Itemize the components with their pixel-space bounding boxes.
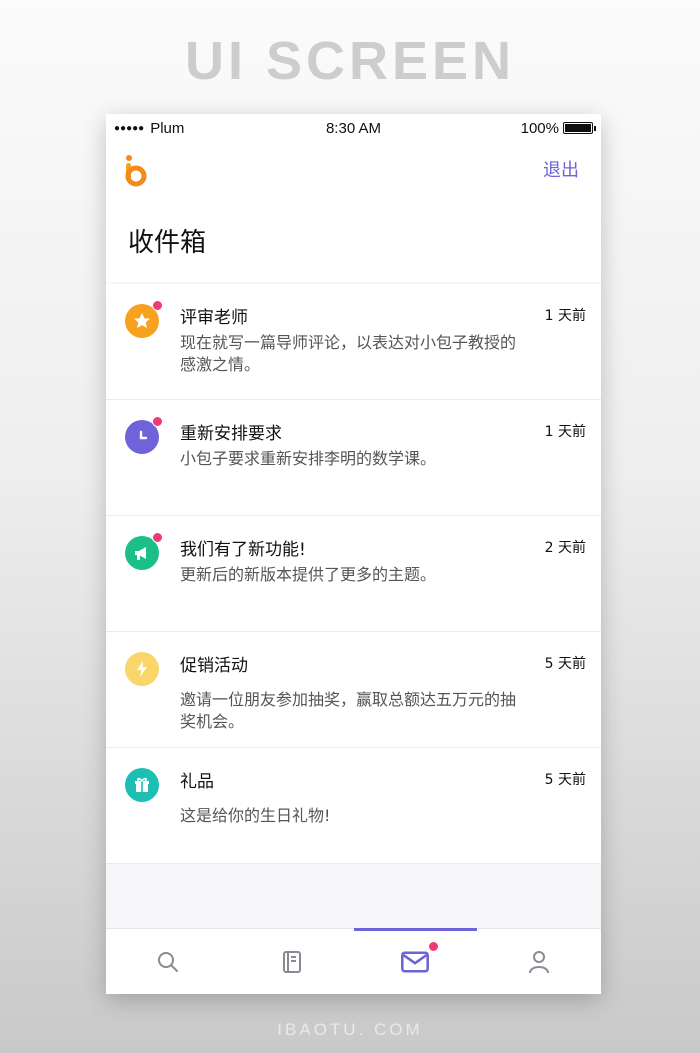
message-item[interactable]: 礼品 5 天前 这是给你的生日礼物! — [106, 748, 601, 864]
message-body: 现在就写一篇导师评论，以表达对小包子教授的感激之情。 — [180, 333, 517, 374]
book-icon — [282, 950, 301, 973]
status-bar: ●●●●● Plum 8:30 AM 100% — [106, 114, 601, 142]
phone-frame: ●●●●● Plum 8:30 AM 100% 退出 收件箱 评审老师 1 天前 — [106, 114, 601, 994]
logout-button[interactable]: 退出 — [543, 156, 579, 182]
message-body: 小包子要求重新安排李明的数学课。 — [180, 449, 437, 468]
tab-inbox[interactable] — [353, 928, 478, 994]
search-icon — [157, 951, 178, 972]
message-title: 评审老师 — [180, 308, 248, 328]
message-time: 2 天前 — [544, 540, 586, 556]
message-time: 5 天前 — [544, 656, 586, 672]
page-title: 收件箱 — [128, 228, 207, 258]
tab-profile[interactable] — [477, 929, 601, 994]
screen-caption: UI SCREEN — [184, 31, 516, 91]
message-title: 重新安排要求 — [180, 424, 282, 444]
carrier-label: Plum — [150, 119, 185, 137]
message-time: 1 天前 — [544, 424, 586, 440]
message-title: 礼品 — [180, 772, 214, 792]
app-header: 退出 收件箱 — [106, 142, 601, 282]
battery-fill — [564, 124, 591, 132]
unread-badge — [152, 532, 163, 543]
message-time: 5 天前 — [544, 772, 586, 788]
message-item[interactable]: 我们有了新功能! 2 天前 更新后的新版本提供了更多的主题。 — [106, 516, 601, 632]
unread-badge — [152, 300, 163, 311]
message-title: 促销活动 — [180, 656, 248, 676]
message-body: 更新后的新版本提供了更多的主题。 — [180, 565, 437, 584]
tab-notes[interactable] — [230, 929, 354, 994]
message-item[interactable]: 重新安排要求 1 天前 小包子要求重新安排李明的数学课。 — [106, 400, 601, 516]
tab-search[interactable] — [106, 929, 230, 994]
user-icon — [529, 950, 550, 973]
message-item[interactable]: 评审老师 1 天前 现在就写一篇导师评论，以表达对小包子教授的感激之情。 — [106, 284, 601, 400]
signal-icon: ●●●●● — [114, 122, 145, 134]
unread-badge — [152, 416, 163, 427]
mail-icon — [401, 951, 430, 972]
message-list: 评审老师 1 天前 现在就写一篇导师评论，以表达对小包子教授的感激之情。 重新安… — [106, 284, 601, 864]
megaphone-icon — [125, 532, 163, 570]
message-time: 1 天前 — [544, 308, 586, 324]
message-item[interactable]: 促销活动 5 天前 邀请一位朋友参加抽奖，赢取总额达五万元的抽奖机会。 — [106, 632, 601, 748]
star-icon — [125, 300, 163, 338]
clock-icon — [125, 416, 163, 454]
gift-icon — [125, 768, 159, 802]
app-logo-icon — [125, 155, 147, 187]
lightning-icon — [125, 652, 159, 686]
battery-percent: 100% — [520, 119, 559, 137]
message-title: 我们有了新功能! — [180, 540, 306, 560]
clock-label: 8:30 AM — [325, 119, 382, 137]
bottom-tab-bar — [106, 928, 601, 994]
battery-icon — [562, 122, 596, 134]
inbox-badge — [427, 941, 439, 952]
message-body: 邀请一位朋友参加抽奖，赢取总额达五万元的抽奖机会。 — [180, 690, 517, 731]
message-body: 这是给你的生日礼物! — [180, 806, 331, 825]
footer-watermark: IBAOTU. COM — [277, 1020, 423, 1039]
